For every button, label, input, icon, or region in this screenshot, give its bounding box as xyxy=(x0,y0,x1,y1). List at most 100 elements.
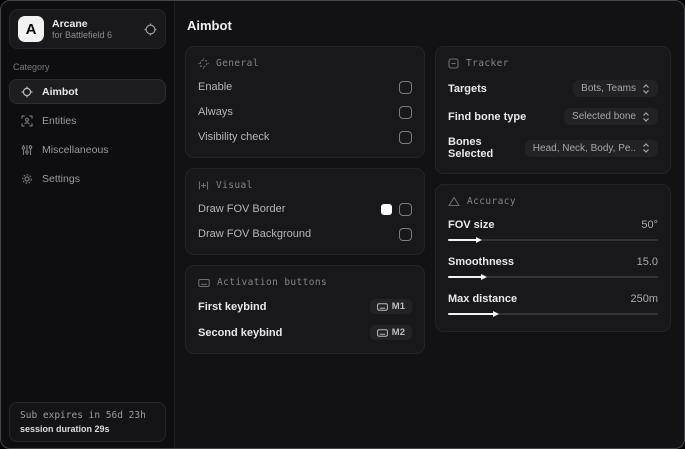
sidebar-item-settings[interactable]: Settings xyxy=(9,166,166,191)
adjustments-icon xyxy=(198,180,209,191)
setting-label: Draw FOV Background xyxy=(198,228,312,240)
slider-row-smoothness: Smoothness 15.0 xyxy=(448,256,658,268)
setting-label: Always xyxy=(198,106,233,118)
setting-label: Targets xyxy=(448,82,487,95)
setting-row-enable: Enable xyxy=(198,80,412,94)
second-keybind-button[interactable]: M2 xyxy=(369,325,412,340)
target-icon[interactable] xyxy=(144,23,157,36)
setting-row-draw-fov-background: Draw FOV Background xyxy=(198,227,412,241)
main-content: Aimbot General Enable Always Visibility … xyxy=(175,1,684,448)
card-visual-header: Visual xyxy=(198,180,412,191)
app-title: Arcane xyxy=(52,17,88,30)
unfold-icon xyxy=(642,111,650,122)
category-label: Category xyxy=(13,62,50,72)
box-minus-icon xyxy=(448,58,459,69)
setting-row-find-bone-type: Find bone type Selected bone xyxy=(448,108,658,125)
app-logo: A xyxy=(18,16,44,42)
setting-label: Visibility check xyxy=(198,131,270,143)
setting-label: Max distance xyxy=(448,293,518,305)
sidebar: A Arcane for Battlefield 6 Category Aimb… xyxy=(1,1,175,448)
targets-dropdown[interactable]: Bots, Teams xyxy=(573,80,658,97)
setting-row-second-keybind: Second keybind M2 xyxy=(198,325,412,340)
unfold-icon xyxy=(642,83,650,94)
setting-label: First keybind xyxy=(198,300,267,313)
right-column: Tracker Targets Bots, Teams Find bone ty… xyxy=(435,46,671,342)
entities-icon xyxy=(20,114,33,127)
card-title: General xyxy=(216,58,259,69)
smoothness-slider[interactable] xyxy=(448,273,658,281)
setting-label: Second keybind xyxy=(198,326,283,339)
setting-label: FOV size xyxy=(448,219,495,231)
card-general-header: General xyxy=(198,58,412,69)
setting-label: Smoothness xyxy=(448,256,515,268)
setting-label: Draw FOV Border xyxy=(198,203,286,215)
slider-value: 50° xyxy=(641,219,658,231)
sidebar-item-aimbot[interactable]: Aimbot xyxy=(9,79,166,104)
keybind-value: M2 xyxy=(391,327,405,338)
fov-border-color-swatch[interactable] xyxy=(381,203,392,215)
sidebar-item-label: Entities xyxy=(42,114,77,127)
card-title: Accuracy xyxy=(467,196,516,207)
first-keybind-button[interactable]: M1 xyxy=(369,299,412,314)
unfold-icon xyxy=(642,143,650,153)
crosshair-icon xyxy=(20,86,33,98)
session-duration-text: session duration 29s xyxy=(20,424,110,434)
card-general: General Enable Always Visibility check xyxy=(185,46,425,158)
find-bone-type-dropdown[interactable]: Selected bone xyxy=(564,108,658,125)
sidebar-item-label: Settings xyxy=(42,172,80,185)
left-column: General Enable Always Visibility check V… xyxy=(185,46,425,364)
app-window: A Arcane for Battlefield 6 Category Aimb… xyxy=(0,0,685,449)
setting-row-visibility-check: Visibility check xyxy=(198,130,412,144)
setting-row-always: Always xyxy=(198,105,412,119)
keyboard-icon xyxy=(198,278,210,288)
card-title: Activation buttons xyxy=(217,277,328,288)
sidebar-item-miscellaneous[interactable]: Miscellaneous xyxy=(9,137,166,162)
brand-text: Arcane for Battlefield 6 xyxy=(52,18,136,40)
bones-selected-dropdown[interactable]: Head, Neck, Body, Pe.. xyxy=(524,139,658,157)
slider-value: 15.0 xyxy=(636,256,658,268)
sub-expiry-text: Sub expires in 56d 23h xyxy=(20,410,146,421)
slider-row-fov-size: FOV size 50° xyxy=(448,219,658,231)
visibility-check-checkbox[interactable] xyxy=(399,130,412,144)
subscription-info: Sub expires in 56d 23h session duration … xyxy=(9,402,166,442)
card-activation-buttons: Activation buttons First keybind M1 Seco… xyxy=(185,265,425,354)
selection-crosshair-icon xyxy=(198,58,209,69)
setting-row-draw-fov-border: Draw FOV Border xyxy=(198,202,412,216)
app-subtitle: for Battlefield 6 xyxy=(52,29,113,40)
triangle-icon xyxy=(448,196,460,207)
setting-label: Enable xyxy=(198,81,233,93)
slider-fill xyxy=(448,236,483,243)
dropdown-value: Head, Neck, Body, Pe.. xyxy=(532,142,636,154)
card-visual: Visual Draw FOV Border Draw FOV Backgrou… xyxy=(185,168,425,255)
gear-icon xyxy=(20,173,33,185)
draw-fov-background-checkbox[interactable] xyxy=(399,227,412,241)
fov-size-slider[interactable] xyxy=(448,236,658,244)
dropdown-value: Selected bone xyxy=(572,111,636,122)
card-title: Visual xyxy=(216,180,253,191)
setting-row-bones-selected: Bones Selected Head, Neck, Body, Pe.. xyxy=(448,136,658,160)
card-accuracy-header: Accuracy xyxy=(448,196,658,207)
enable-checkbox[interactable] xyxy=(399,80,412,94)
card-tracker: Tracker Targets Bots, Teams Find bone ty… xyxy=(435,46,671,174)
slider-row-max-distance: Max distance 250m xyxy=(448,293,658,305)
setting-label: Bones Selected xyxy=(448,136,494,160)
draw-fov-border-checkbox[interactable] xyxy=(399,202,412,216)
page-title: Aimbot xyxy=(187,18,232,33)
card-activation-header: Activation buttons xyxy=(198,277,412,288)
brand-card: A Arcane for Battlefield 6 xyxy=(9,9,166,49)
card-accuracy: Accuracy FOV size 50° Smoothness 15.0 Ma… xyxy=(435,184,671,332)
sidebar-item-label: Aimbot xyxy=(42,85,79,98)
keyboard-icon xyxy=(376,302,388,311)
sidebar-item-entities[interactable]: Entities xyxy=(9,108,166,133)
slider-fill xyxy=(448,273,487,280)
dropdown-value: Bots, Teams xyxy=(581,83,636,94)
card-title: Tracker xyxy=(466,58,509,69)
always-checkbox[interactable] xyxy=(399,105,412,119)
sliders-icon xyxy=(20,144,33,156)
max-distance-slider[interactable] xyxy=(448,310,658,318)
keybind-value: M1 xyxy=(391,301,405,312)
setting-row-first-keybind: First keybind M1 xyxy=(198,299,412,314)
setting-row-targets: Targets Bots, Teams xyxy=(448,80,658,97)
card-tracker-header: Tracker xyxy=(448,58,658,69)
setting-label: Find bone type xyxy=(448,110,527,123)
